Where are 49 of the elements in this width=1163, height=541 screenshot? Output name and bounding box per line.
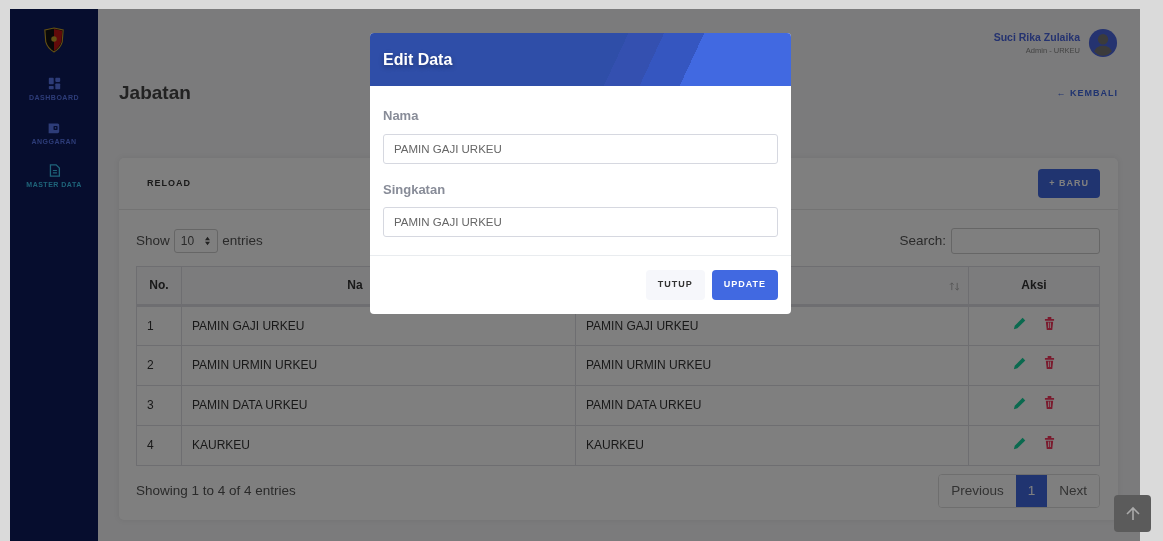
sort-caret-icon <box>204 235 212 246</box>
pencil-icon[interactable] <box>1013 395 1027 410</box>
user-avatar-icon <box>1088 28 1118 58</box>
dialog-title: Edit Data <box>383 49 453 70</box>
trash-icon[interactable] <box>1044 316 1055 330</box>
close-button[interactable]: TUTUP <box>645 270 705 300</box>
show-label: Show <box>136 231 170 250</box>
table-cell: PAMIN URMIN URKEU <box>181 345 576 386</box>
trash-icon[interactable] <box>1044 356 1055 370</box>
pencil-icon[interactable] <box>1013 316 1027 331</box>
table-cell: PAMIN DATA URKEU <box>575 385 969 426</box>
field-label: Singkatan <box>383 180 447 199</box>
sort-arrows-icon <box>949 281 960 291</box>
shield-logo-icon <box>43 27 65 53</box>
reload-button[interactable]: RELOAD <box>147 176 191 191</box>
column-header: No. <box>149 278 169 293</box>
table-cell: KAURKEU <box>575 425 969 466</box>
table-cell: 3 <box>136 385 182 426</box>
pagination-link[interactable]: 1 <box>1015 474 1048 508</box>
document-icon <box>47 164 61 177</box>
table-cell: 2 <box>136 345 182 386</box>
table-cell: 4 <box>136 425 182 466</box>
table-cell: PAMIN URMIN URKEU <box>575 345 969 386</box>
entries-label: entries <box>222 231 263 250</box>
field-label: Nama <box>383 107 420 125</box>
table-cell: 1 <box>136 305 182 346</box>
trash-icon[interactable] <box>1044 396 1055 410</box>
search-field[interactable] <box>951 227 1100 254</box>
user-name: Suci Rika Zulaika <box>993 29 1080 45</box>
page-title: Jabatan <box>119 82 191 105</box>
table-info: Showing 1 to 4 of 4 entries <box>136 481 296 500</box>
scroll-top-button[interactable] <box>1114 495 1151 532</box>
grid-icon <box>47 77 61 90</box>
trash-icon[interactable] <box>1044 436 1055 450</box>
update-button[interactable]: UPDATE <box>711 270 778 300</box>
page-size-select[interactable]: 10 <box>173 228 219 253</box>
column-header: Aksi <box>1021 278 1047 293</box>
wallet-icon <box>47 120 61 134</box>
column-header: Na <box>347 278 363 293</box>
up-arrow-icon <box>1124 505 1141 522</box>
table-cell: PAMIN DATA URKEU <box>181 385 576 426</box>
search-label: Search: <box>899 231 946 250</box>
text-field[interactable]: PAMIN GAJI URKEU <box>383 133 778 164</box>
back-link[interactable]: ← KEMBALI <box>1056 86 1118 101</box>
text-field[interactable]: PAMIN GAJI URKEU <box>383 207 778 237</box>
new-button[interactable]: + BARU <box>1038 168 1100 199</box>
pencil-icon[interactable] <box>1013 435 1027 450</box>
pencil-icon[interactable] <box>1013 355 1027 370</box>
table-cell: KAURKEU <box>181 425 576 466</box>
